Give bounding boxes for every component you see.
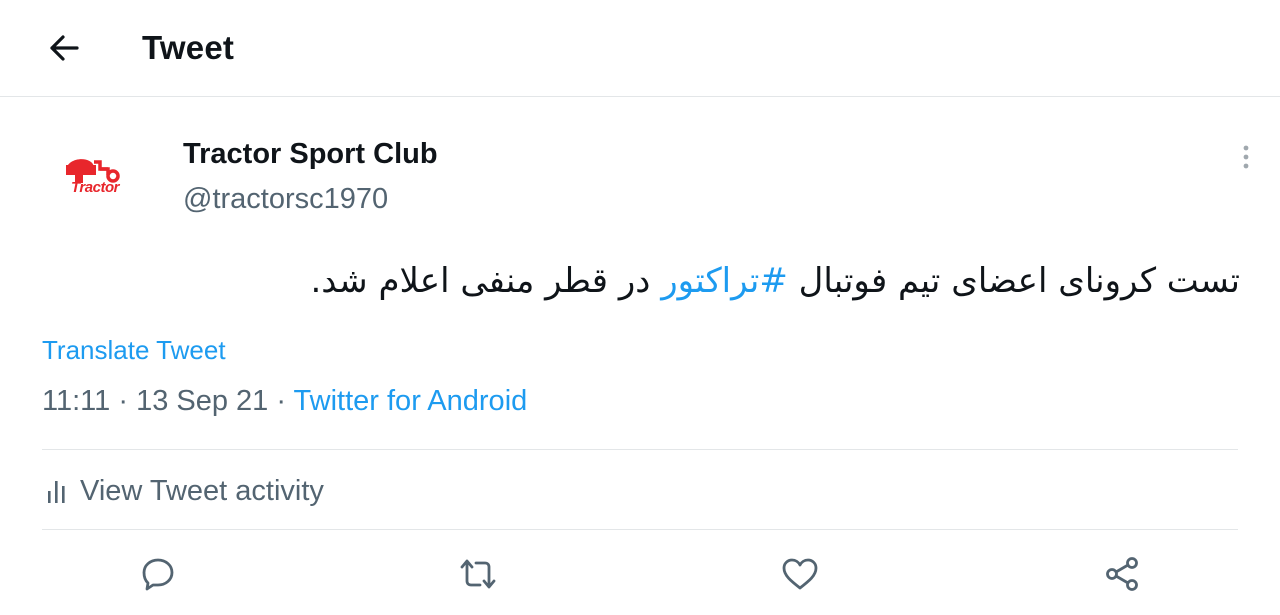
- back-button[interactable]: [44, 28, 84, 68]
- tractor-logo: Tractor: [66, 159, 121, 196]
- author-display-name[interactable]: Tractor Sport Club: [183, 137, 438, 171]
- share-icon: [1106, 557, 1138, 591]
- activity-label: View Tweet activity: [80, 474, 324, 507]
- translate-tweet-link[interactable]: Translate Tweet: [42, 335, 226, 365]
- tweet-source-link[interactable]: Twitter for Android: [294, 385, 528, 417]
- logo-text: Tractor: [71, 179, 121, 196]
- tweet-text-end: در قطر منفی اعلام شد.: [310, 261, 662, 301]
- meta-separator: ·: [110, 385, 137, 417]
- retweet-icon: [460, 559, 496, 589]
- tweet-date: 13 Sep 21: [136, 385, 269, 417]
- retweet-button[interactable]: [458, 554, 498, 594]
- arrow-left-icon: [50, 35, 79, 61]
- reply-icon: [142, 558, 174, 591]
- meta-separator: ·: [268, 385, 294, 417]
- avatar[interactable]: Tractor: [42, 121, 148, 227]
- divider: [42, 449, 1238, 450]
- author-handle[interactable]: @tractorsc1970: [183, 182, 388, 216]
- more-vertical-icon: [1243, 145, 1249, 169]
- heart-icon: [782, 558, 818, 590]
- more-options-button[interactable]: [1226, 140, 1266, 174]
- hashtag-link[interactable]: #تراکتور: [661, 261, 788, 301]
- divider: [42, 529, 1238, 530]
- tweet-meta: 11:11 · 13 Sep 21 · Twitter for Android: [42, 384, 527, 418]
- tweet-text: تست کرونای اعضای تیم فوتبال #تراکتور در …: [311, 252, 1241, 310]
- bar-chart-icon: [48, 481, 65, 503]
- like-button[interactable]: [780, 554, 820, 594]
- tweet-time: 11:11: [42, 385, 111, 417]
- top-bar: Tweet: [0, 0, 1280, 97]
- view-tweet-activity-button[interactable]: View Tweet activity: [46, 473, 324, 509]
- reply-button[interactable]: [138, 554, 178, 594]
- share-button[interactable]: [1102, 554, 1142, 594]
- tweet-text-start: تست کرونای اعضای تیم فوتبال: [787, 261, 1240, 301]
- page-title: Tweet: [142, 29, 235, 66]
